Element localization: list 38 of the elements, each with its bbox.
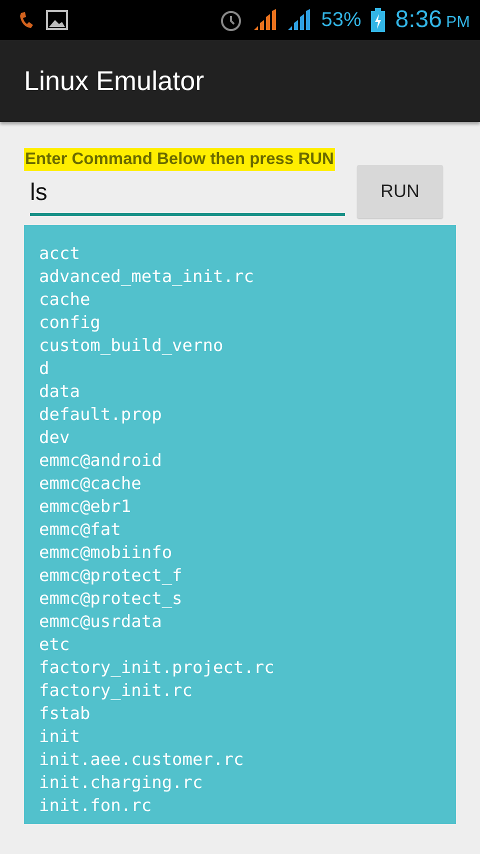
run-button[interactable]: RUN xyxy=(357,165,443,218)
alarm-icon xyxy=(219,8,244,32)
output-line: emmc@ebr1 xyxy=(39,496,132,519)
output-line: emmc@protect_s xyxy=(39,588,184,611)
output-line: advanced_meta_init.rc xyxy=(39,266,255,289)
picture-icon xyxy=(46,10,68,30)
output-line: custom_build_verno xyxy=(39,335,224,358)
output-line: acct xyxy=(39,243,81,266)
output-line: init.aee.customer.rc xyxy=(39,749,245,772)
output-line: init.charging.rc xyxy=(39,772,204,795)
output-line: config xyxy=(39,312,102,335)
clock-ampm: PM xyxy=(446,14,470,32)
output-line: emmc@mobiinfo xyxy=(39,542,174,565)
clock-time: 8:36 xyxy=(395,6,442,34)
output-line: init xyxy=(39,726,81,749)
output-line: emmc@protect_f xyxy=(39,565,184,588)
output-line: emmc@usrdata xyxy=(39,611,163,634)
output-line: emmc@android xyxy=(39,450,163,473)
output-line: cache xyxy=(39,289,92,312)
output-line: data xyxy=(39,381,81,404)
command-field[interactable]: ls xyxy=(30,175,345,216)
output-line: emmc@cache xyxy=(39,473,142,496)
app-title: Linux Emulator xyxy=(24,66,204,96)
instruction-label: Enter Command Below then press RUN xyxy=(24,148,335,171)
signal-icon xyxy=(287,9,312,31)
output-line: factory_init.rc xyxy=(39,680,194,703)
output-line: dev xyxy=(39,427,71,450)
output-line: init.fon.rc xyxy=(39,795,153,818)
output-line: etc xyxy=(39,634,71,657)
output-line: default.prop xyxy=(39,404,163,427)
battery-percent: 53% xyxy=(321,8,362,32)
phone-call-icon xyxy=(18,10,36,30)
output-line: d xyxy=(39,358,50,381)
battery-charging-icon xyxy=(371,8,386,32)
output-line: factory_init.project.rc xyxy=(39,657,276,680)
output-line: fstab xyxy=(39,703,92,726)
signal-icon xyxy=(253,9,278,31)
output-line: emmc@fat xyxy=(39,519,122,542)
